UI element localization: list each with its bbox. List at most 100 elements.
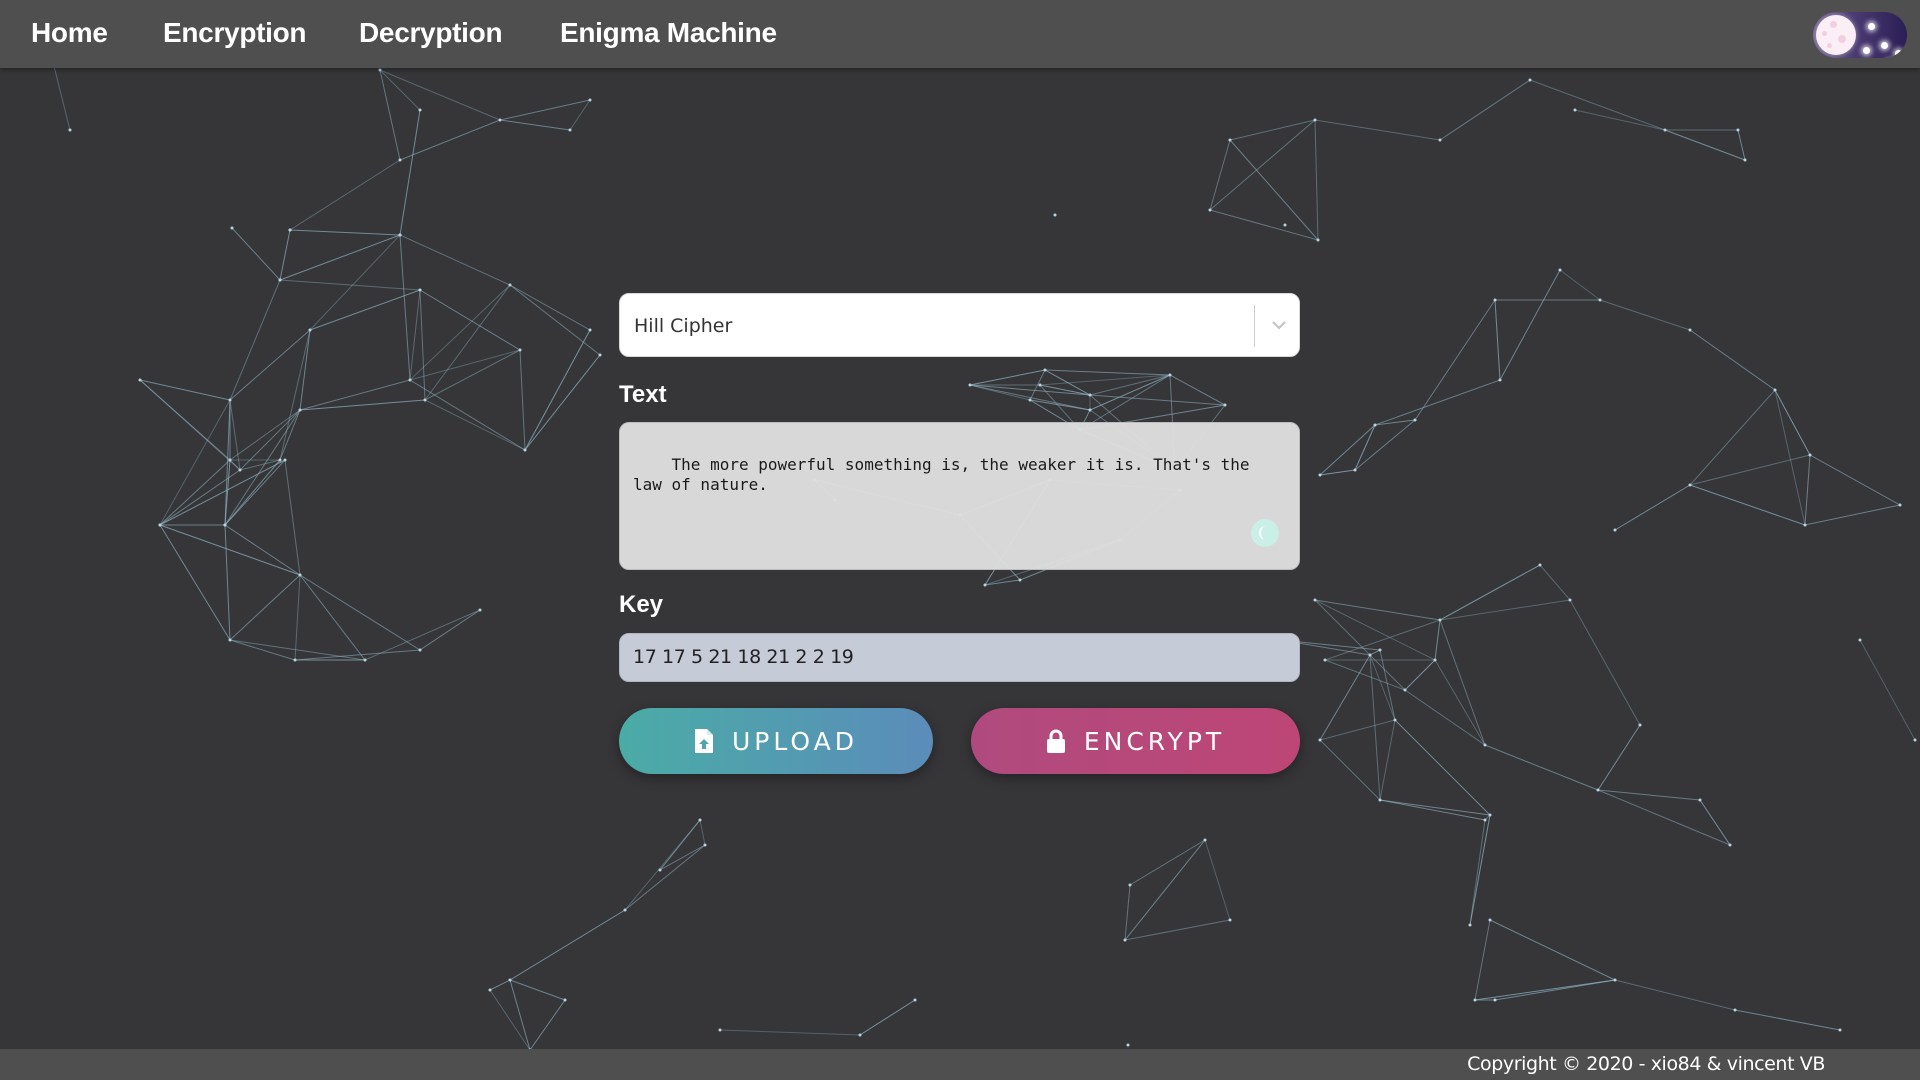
network-line <box>499 99 591 121</box>
chevron-down-icon[interactable] <box>1270 316 1288 334</box>
network-line <box>1597 789 1701 801</box>
network-line <box>1414 299 1496 421</box>
network-node <box>1698 798 1702 802</box>
cipher-select[interactable]: Hill Cipher <box>619 293 1300 357</box>
network-node <box>298 573 302 577</box>
network-line <box>1319 739 1381 801</box>
network-line <box>509 979 566 1001</box>
network-node <box>363 658 367 662</box>
network-node <box>563 998 567 1002</box>
network-node <box>623 908 627 912</box>
network-line <box>1599 299 1691 331</box>
network-line <box>1689 484 1806 526</box>
network-line <box>299 574 366 661</box>
network-line <box>224 524 301 576</box>
network-node <box>1838 1028 1842 1032</box>
network-node <box>418 288 422 292</box>
network-node <box>1473 998 1477 1002</box>
network-node <box>1228 918 1232 922</box>
network-node <box>1088 408 1092 412</box>
network-line <box>1614 979 1736 1011</box>
network-line <box>229 279 281 401</box>
network-line <box>569 99 591 131</box>
network-line <box>524 329 591 451</box>
network-line <box>399 234 511 286</box>
network-line <box>1314 119 1441 141</box>
network-node <box>68 128 72 132</box>
network-node <box>138 378 142 382</box>
footer: Copyright © 2020 - xio84 & vincent VB <box>0 1049 1920 1080</box>
network-line <box>1597 724 1641 791</box>
network-line <box>1737 129 1746 161</box>
network-node <box>1858 638 1862 642</box>
nav-link-decryption[interactable]: Decryption <box>359 0 503 68</box>
copyright-text: Copyright © 2020 - xio84 & vincent VB <box>1467 1053 1825 1075</box>
network-node <box>298 408 302 412</box>
network-line <box>1319 424 1376 476</box>
theme-toggle[interactable] <box>1813 12 1907 58</box>
network-line <box>159 524 231 641</box>
network-node <box>283 458 287 462</box>
nav-link-home[interactable]: Home <box>31 0 108 68</box>
network-line <box>1809 454 1901 506</box>
network-line <box>499 119 571 131</box>
text-input[interactable]: The more powerful something is, the weak… <box>619 422 1300 570</box>
encrypt-button[interactable]: ENCRYPT <box>971 708 1300 774</box>
upload-button[interactable]: UPLOAD <box>619 708 933 774</box>
moon-icon <box>1816 15 1856 55</box>
network-line <box>424 399 526 451</box>
network-line <box>1804 504 1901 526</box>
network-node <box>1313 118 1317 122</box>
network-node <box>398 158 402 162</box>
network-node <box>1613 978 1617 982</box>
network-node <box>1318 473 1322 477</box>
network-line <box>1439 564 1541 621</box>
network-node <box>228 638 232 642</box>
network-node <box>1433 658 1437 662</box>
network-line <box>229 574 301 641</box>
network-node <box>698 818 702 822</box>
network-line <box>1539 564 1571 601</box>
key-input[interactable]: 17 17 5 21 18 21 2 2 19 <box>619 633 1300 682</box>
network-line <box>489 979 511 991</box>
network-line <box>859 999 916 1036</box>
star-icon <box>1895 50 1902 57</box>
network-node <box>1413 418 1417 422</box>
lock-icon <box>1046 729 1065 753</box>
network-node <box>223 523 227 527</box>
network-line <box>309 289 421 331</box>
network-node <box>1688 328 1692 332</box>
nav-link-encryption[interactable]: Encryption <box>163 0 307 68</box>
network-node <box>1573 108 1577 112</box>
network-node <box>1438 618 1442 622</box>
network-line <box>419 289 426 401</box>
network-node <box>1803 523 1807 527</box>
network-line <box>699 819 706 846</box>
network-node <box>288 228 292 232</box>
network-node <box>278 458 282 462</box>
network-node <box>1613 528 1617 532</box>
network-node <box>588 98 592 102</box>
network-node <box>1438 138 1442 142</box>
network-line <box>1314 599 1441 621</box>
network-node <box>1688 483 1692 487</box>
network-line <box>409 379 526 451</box>
network-node <box>1733 1008 1737 1012</box>
network-node <box>1736 128 1740 132</box>
encrypt-button-label: ENCRYPT <box>1083 726 1226 756</box>
network-line <box>1529 79 1666 131</box>
network-line <box>224 524 231 641</box>
grammarly-icon[interactable] <box>1251 519 1279 547</box>
network-line <box>1469 814 1491 926</box>
network-node <box>1393 718 1397 722</box>
network-line <box>1559 269 1601 301</box>
network-node <box>1808 453 1812 457</box>
network-node <box>1053 213 1057 217</box>
network-node <box>858 1033 862 1037</box>
network-line <box>1314 599 1436 661</box>
network-node <box>588 328 592 332</box>
network-node <box>1538 563 1542 567</box>
network-line <box>529 999 566 1051</box>
nav-link-enigma-machine[interactable]: Enigma Machine <box>560 0 777 68</box>
network-line <box>419 289 521 351</box>
